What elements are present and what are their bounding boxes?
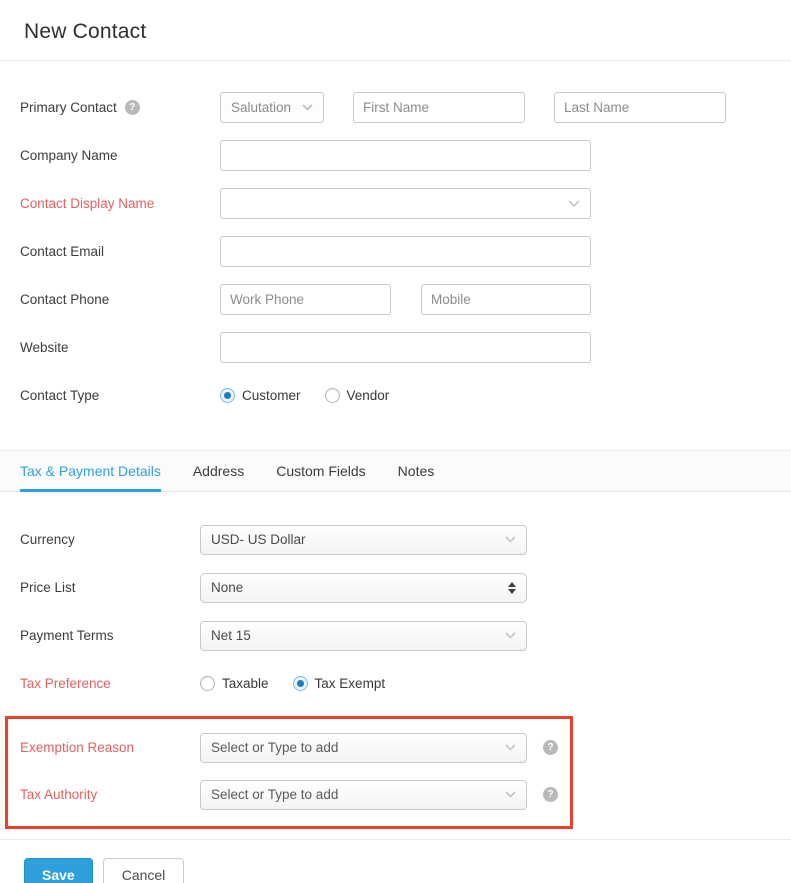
last-name-input[interactable] (554, 92, 726, 123)
primary-contact-row: Primary Contact ? Salutation (20, 92, 791, 123)
payment-terms-row: Payment Terms Net 15 (20, 620, 791, 651)
chevron-down-icon (568, 200, 580, 208)
tax-payment-details-panel: Currency USD- US Dollar Price List None (0, 492, 791, 829)
section-tabbar: Tax & Payment Details Address Custom Fie… (0, 450, 791, 492)
radio-unselected-icon[interactable] (325, 388, 340, 403)
help-icon[interactable]: ? (125, 100, 140, 115)
save-button[interactable]: Save (24, 858, 93, 883)
tax-preference-row: Tax Preference Taxable Tax Exempt (20, 668, 791, 699)
mobile-input[interactable] (421, 284, 591, 315)
radio-label: Customer (242, 388, 301, 403)
tab-notes[interactable]: Notes (398, 451, 435, 491)
tax-exempt-radio[interactable]: Tax Exempt (293, 676, 386, 691)
website-row: Website (20, 332, 791, 363)
tab-address[interactable]: Address (193, 451, 244, 491)
tax-authority-dropdown[interactable]: Select or Type to add (200, 780, 527, 810)
chevron-down-icon (505, 536, 516, 543)
page-header: New Contact (0, 0, 791, 61)
company-name-row: Company Name (20, 140, 791, 171)
website-input[interactable] (220, 332, 591, 363)
new-contact-page: New Contact Primary Contact ? Salutation… (0, 0, 791, 883)
radio-selected-icon[interactable] (220, 388, 235, 403)
select-stepper-icon (508, 582, 516, 594)
contact-type-label: Contact Type (20, 388, 220, 403)
salutation-value: Salutation (231, 100, 291, 115)
exemption-reason-dropdown[interactable]: Select or Type to add (200, 733, 527, 763)
chevron-down-icon (505, 744, 516, 751)
taxable-radio[interactable]: Taxable (200, 676, 269, 691)
company-name-input[interactable] (220, 140, 591, 171)
price-list-row: Price List None (20, 572, 791, 603)
payment-terms-value: Net 15 (211, 628, 251, 643)
contact-email-row: Contact Email (20, 236, 791, 267)
radio-label: Tax Exempt (315, 676, 386, 691)
primary-contact-label: Primary Contact ? (20, 100, 220, 115)
annotation-highlight-box: Exemption Reason Select or Type to add ?… (5, 716, 573, 829)
company-name-label: Company Name (20, 148, 220, 163)
tab-tax-payment-details[interactable]: Tax & Payment Details (20, 451, 161, 491)
work-phone-input[interactable] (220, 284, 391, 315)
radio-selected-icon[interactable] (293, 676, 308, 691)
form-footer: Save Cancel (0, 839, 791, 883)
contact-type-customer-radio[interactable]: Customer (220, 388, 301, 403)
contact-email-input[interactable] (220, 236, 591, 267)
salutation-dropdown[interactable]: Salutation (220, 92, 324, 123)
tax-preference-label: Tax Preference (20, 676, 200, 691)
cancel-button[interactable]: Cancel (103, 858, 185, 883)
contact-phone-label: Contact Phone (20, 292, 220, 307)
radio-label: Vendor (347, 388, 390, 403)
price-list-select[interactable]: None (200, 573, 527, 603)
exemption-reason-label: Exemption Reason (20, 740, 200, 755)
website-label: Website (20, 340, 220, 355)
chevron-down-icon (505, 632, 516, 639)
currency-value: USD- US Dollar (211, 532, 306, 547)
contact-display-name-row: Contact Display Name (20, 188, 791, 219)
contact-phone-row: Contact Phone (20, 284, 791, 315)
tax-authority-placeholder: Select or Type to add (211, 787, 338, 802)
price-list-label: Price List (20, 580, 200, 595)
exemption-reason-placeholder: Select or Type to add (211, 740, 338, 755)
payment-terms-dropdown[interactable]: Net 15 (200, 621, 527, 651)
tax-authority-row: Tax Authority Select or Type to add ? (20, 779, 570, 810)
contact-display-name-dropdown[interactable] (220, 188, 591, 219)
radio-label: Taxable (222, 676, 269, 691)
help-icon[interactable]: ? (543, 740, 558, 755)
currency-row: Currency USD- US Dollar (20, 524, 791, 555)
exemption-reason-row: Exemption Reason Select or Type to add ? (20, 732, 570, 763)
currency-label: Currency (20, 532, 200, 547)
contact-form: Primary Contact ? Salutation Company Nam… (0, 61, 791, 411)
page-title: New Contact (24, 20, 791, 44)
first-name-input[interactable] (353, 92, 525, 123)
radio-unselected-icon[interactable] (200, 676, 215, 691)
chevron-down-icon (302, 104, 313, 111)
contact-display-name-label: Contact Display Name (20, 196, 220, 211)
price-list-value: None (211, 580, 243, 595)
tab-custom-fields[interactable]: Custom Fields (276, 451, 365, 491)
contact-email-label: Contact Email (20, 244, 220, 259)
help-icon[interactable]: ? (543, 787, 558, 802)
payment-terms-label: Payment Terms (20, 628, 200, 643)
contact-type-row: Contact Type Customer Vendor (20, 380, 791, 411)
currency-dropdown[interactable]: USD- US Dollar (200, 525, 527, 555)
chevron-down-icon (505, 791, 516, 798)
contact-type-vendor-radio[interactable]: Vendor (325, 388, 390, 403)
tax-authority-label: Tax Authority (20, 787, 200, 802)
